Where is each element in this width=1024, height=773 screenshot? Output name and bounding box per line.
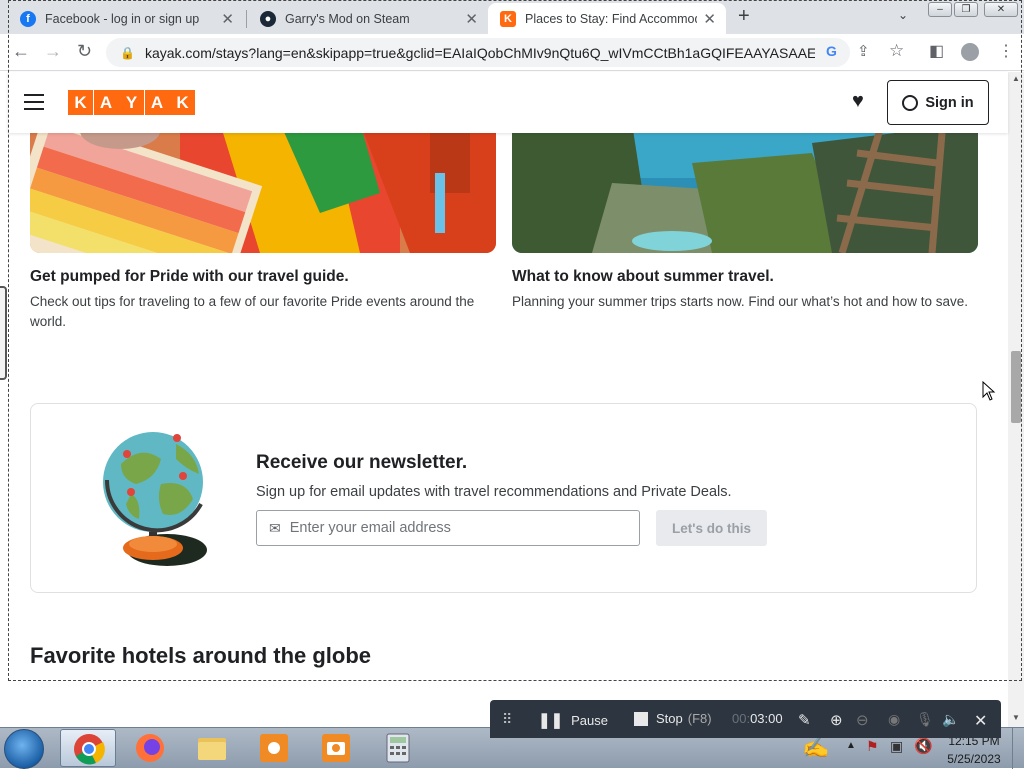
close-recorder-icon[interactable]: ✕ <box>974 711 987 731</box>
close-tab-icon[interactable]: ✕ <box>221 10 234 28</box>
tab-title: Places to Stay: Find Accommodat <box>525 11 697 26</box>
start-button[interactable] <box>4 729 44 769</box>
envelope-icon: ✉ <box>269 519 281 536</box>
action-center-icon[interactable]: ⚑ <box>866 738 879 755</box>
minimize-icon[interactable]: – <box>928 2 952 17</box>
scrollbar-thumb[interactable] <box>1011 351 1021 423</box>
pause-label: Pause <box>571 712 609 728</box>
sign-in-label: Sign in <box>925 94 974 111</box>
capture-side-handle[interactable] <box>0 286 7 380</box>
microphone-icon[interactable]: 🎙 <box>916 711 934 728</box>
restore-icon[interactable]: ❐ <box>954 2 978 17</box>
show-desktop-button[interactable] <box>1012 728 1024 769</box>
stop-button[interactable]: Stop (F8) <box>634 711 712 726</box>
kayak-logo[interactable]: K A Y A K <box>68 90 196 115</box>
close-window-icon[interactable]: ✕ <box>984 2 1018 17</box>
browser-tab-strip: f Facebook - log in or sign up ✕ ● Garry… <box>0 0 1024 34</box>
tab-title: Garry's Mod on Steam <box>285 11 410 26</box>
mouse-cursor-icon <box>982 381 996 401</box>
taskbar-firefox[interactable] <box>122 729 178 767</box>
article-title[interactable]: Get pumped for Pride with our travel gui… <box>30 268 349 286</box>
menu-kebab-icon[interactable]: ⋮ <box>998 41 1014 61</box>
taskbar-calculator[interactable] <box>370 729 426 767</box>
tab-kayak[interactable]: K Places to Stay: Find Accommodat ✕ <box>488 3 726 34</box>
close-tab-icon[interactable]: ✕ <box>465 10 478 28</box>
user-icon <box>902 94 919 111</box>
pen-icon[interactable]: ✎ <box>798 711 811 729</box>
google-icon[interactable]: G <box>826 43 837 59</box>
newsletter-box: Receive our newsletter. Sign up for emai… <box>30 403 977 593</box>
lock-icon: 🔒 <box>120 45 135 60</box>
calculator-icon <box>386 733 410 763</box>
stop-shortcut: (F8) <box>687 711 712 726</box>
pause-button[interactable]: ❚❚ Pause <box>538 711 608 729</box>
camera-icon <box>322 734 350 762</box>
network-icon[interactable]: ▣ <box>890 738 903 755</box>
drag-handle-icon[interactable]: ⠿ <box>502 711 512 728</box>
share-icon[interactable]: ⇪ <box>857 42 870 60</box>
tab-search-chevron-icon[interactable]: ⌄ <box>898 8 908 22</box>
recording-timer: 00: 03:00 <box>732 711 783 726</box>
forward-arrow-icon[interactable]: → <box>44 41 62 62</box>
email-input[interactable]: ✉ Enter your email address <box>256 510 640 546</box>
page-content: Get pumped for Pride with our travel gui… <box>8 133 1008 681</box>
facebook-icon: f <box>20 10 36 27</box>
sign-in-button[interactable]: Sign in <box>887 80 989 125</box>
favorites-heading: Favorite hotels around the globe <box>30 643 372 668</box>
speaker-icon[interactable]: 🔈 <box>942 711 959 728</box>
zoom-in-icon[interactable]: ⊕ <box>830 711 843 729</box>
close-tab-icon[interactable]: ✕ <box>703 10 716 28</box>
chrome-icon <box>74 734 105 765</box>
clock-date: 5/25/2023 <box>947 752 1001 766</box>
system-clock[interactable]: 12:15 PM 5/25/2023 <box>942 734 1006 766</box>
scroll-up-icon[interactable]: ▲ <box>1012 74 1020 83</box>
hamburger-menu-icon[interactable] <box>24 94 44 110</box>
webcam-icon[interactable]: ◉ <box>888 711 900 728</box>
summer-article-image[interactable] <box>512 133 978 253</box>
tab-steam[interactable]: ● Garry's Mod on Steam ✕ <box>248 3 488 34</box>
taskbar-chrome[interactable] <box>60 729 116 767</box>
folder-icon <box>198 738 226 760</box>
back-arrow-icon[interactable]: ← <box>12 41 30 62</box>
stop-icon <box>634 711 648 726</box>
stop-label: Stop <box>656 711 683 726</box>
screen-recorder-bar: ⠿ ❚❚ Pause Stop (F8) 00: 03:00 ✎ ⊕ ⊖ ◉ 🎙 … <box>490 700 1001 738</box>
globe-illustration <box>103 432 207 566</box>
subscribe-button[interactable]: Let's do this <box>656 510 767 546</box>
kayak-icon: K <box>500 10 516 27</box>
side-panel-icon[interactable]: ◧ <box>929 41 944 61</box>
reload-icon[interactable]: ↻ <box>77 41 92 62</box>
newsletter-title: Receive our newsletter. <box>256 452 468 473</box>
steam-icon: ● <box>260 10 276 27</box>
site-header: K A Y A K ♥ Sign in <box>8 72 1008 133</box>
new-tab-button[interactable]: + <box>738 5 750 28</box>
bookmark-star-icon[interactable]: ☆ <box>889 41 904 61</box>
browser-toolbar: ← → ↻ 🔒 kayak.com/stays?lang=en&skipapp=… <box>0 34 1024 71</box>
pause-icon: ❚❚ <box>538 712 564 729</box>
url-text: kayak.com/stays?lang=en&skipapp=true&gcl… <box>144 44 815 61</box>
tray-expand-icon[interactable]: ▲ <box>846 740 856 751</box>
newsletter-subtitle: Sign up for email updates with travel re… <box>256 484 732 500</box>
firefox-icon <box>136 734 164 762</box>
volume-muted-icon[interactable]: 🔇 <box>914 737 933 755</box>
zoom-out-icon[interactable]: ⊖ <box>856 711 869 729</box>
email-placeholder: Enter your email address <box>289 520 451 536</box>
heart-icon[interactable]: ♥ <box>852 90 864 113</box>
pride-article-image[interactable] <box>30 133 496 253</box>
profile-avatar-icon[interactable] <box>961 43 979 61</box>
tab-title: Facebook - log in or sign up <box>45 11 200 26</box>
tab-facebook[interactable]: f Facebook - log in or sign up ✕ <box>8 3 244 34</box>
article-description: Planning your summer trips starts now. F… <box>512 294 968 309</box>
address-bar[interactable]: 🔒 kayak.com/stays?lang=en&skipapp=true&g… <box>106 38 850 67</box>
article-description: Check out tips for traveling to a few of… <box>30 294 475 329</box>
taskbar-recorder[interactable] <box>246 729 302 767</box>
article-title[interactable]: What to know about summer travel. <box>512 268 774 286</box>
scroll-down-icon[interactable]: ▼ <box>1012 713 1020 722</box>
recorder-app-icon <box>260 734 288 762</box>
page-scrollbar[interactable]: ▲ ▼ <box>1008 72 1024 727</box>
taskbar-camera[interactable] <box>308 729 364 767</box>
taskbar-explorer[interactable] <box>184 729 240 767</box>
